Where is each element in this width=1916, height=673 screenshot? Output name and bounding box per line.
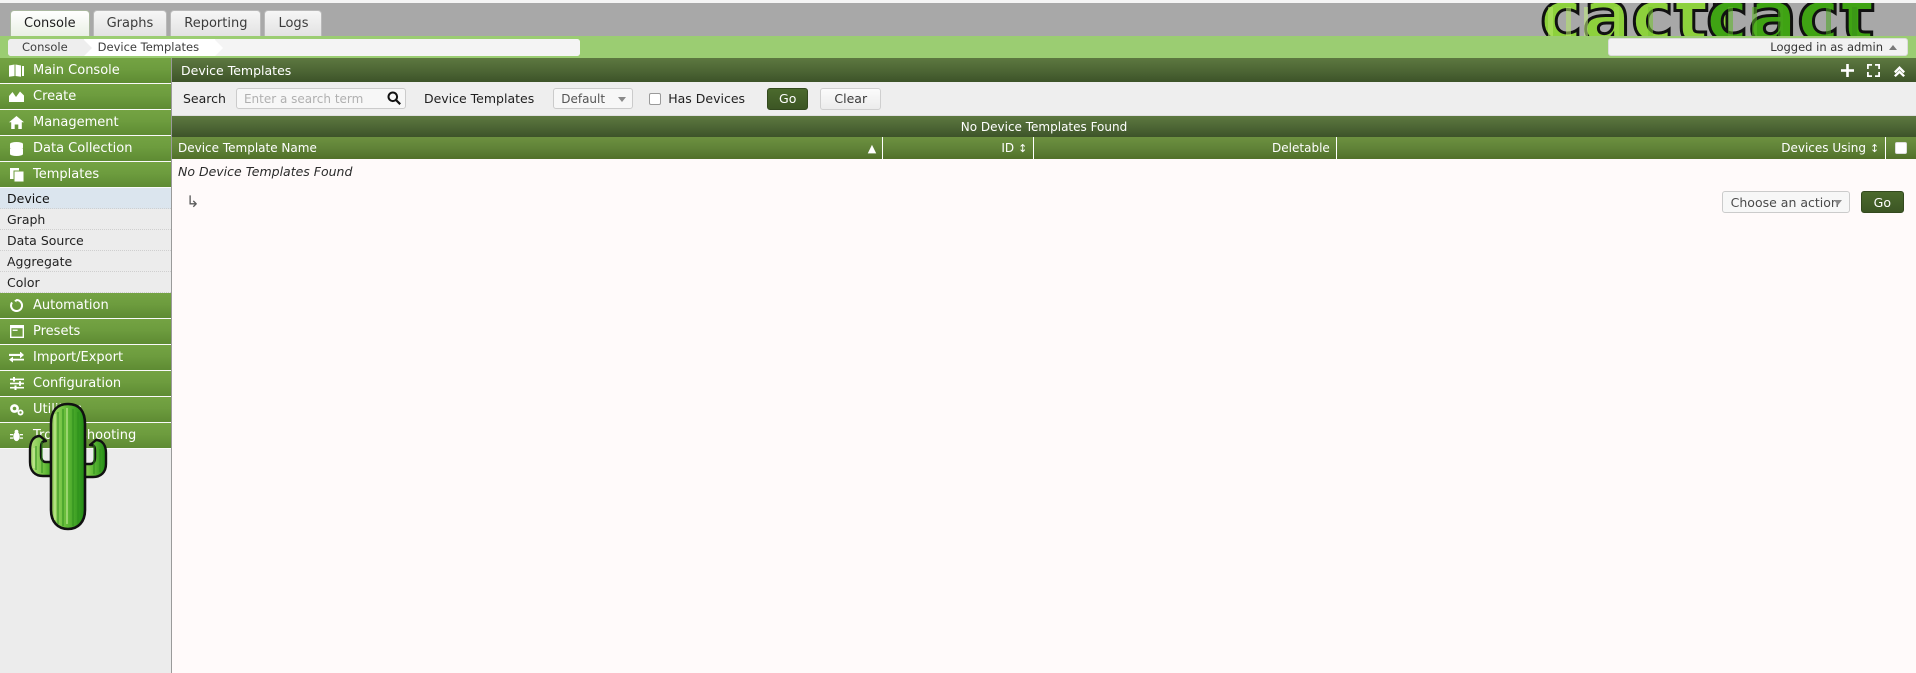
sidebar-item-configuration[interactable]: Configuration [0,371,171,397]
cactus-logo [20,398,116,538]
sliders-icon [9,376,24,391]
home-icon [9,115,24,130]
breadcrumb-filler [215,38,580,56]
login-status-label: Logged in as admin [1770,40,1883,54]
table-status-banner-row: No Device Templates Found [172,116,1916,137]
table-header-row: Device Template Name ▲ ID ↕ Deletable De… [172,137,1916,159]
sidebar-label: Management [33,115,119,130]
bulk-action-group: Choose an action Go [1721,191,1904,213]
chart-area-icon [9,89,24,104]
sort-both-icon: ↕ [1018,141,1028,155]
window-icon [9,324,24,339]
chevron-up-icon [1889,44,1897,50]
sidebar-label: Presets [33,324,81,339]
tab-graphs[interactable]: Graphs [92,10,168,36]
page-title: Device Templates [181,62,292,78]
sidebar-item-management[interactable]: Management [0,110,171,136]
breadcrumb-item-device-templates[interactable]: Device Templates [83,38,224,56]
table-footer-actions: ↳ Choose an action Go [172,183,1916,213]
sidebar-item-templates[interactable]: Templates [0,162,171,188]
sidebar-item-device[interactable]: Device [0,188,171,209]
column-header-devices-using[interactable]: Devices Using ↕ [1336,137,1887,159]
sub-arrow-icon: ↳ [186,192,200,211]
sidebar-item-color[interactable]: Color [0,272,171,293]
column-header-deletable[interactable]: Deletable [1033,137,1337,159]
cacti-logo-banner: cacti cact [1496,3,1916,36]
main-tabs: Console Graphs Reporting Logs [0,3,323,36]
tab-console[interactable]: Console [10,10,90,36]
sidebar-label: Create [33,89,77,104]
device-templates-table: No Device Templates Found Device Templat… [172,116,1916,183]
sidebar-item-main-console[interactable]: Main Console [0,58,171,84]
has-devices-label: Has Devices [668,91,746,106]
sidebar-item-automation[interactable]: Automation [0,293,171,319]
sidebar-label: Configuration [33,376,122,391]
action-go-button[interactable]: Go [1860,191,1904,213]
device-templates-select[interactable]: Default [553,88,634,109]
choose-action-select-wrapper: Choose an action [1721,191,1850,213]
collapse-icon[interactable] [1893,64,1906,77]
panel-header: Device Templates [172,58,1916,82]
cactus-icon [28,402,108,531]
filter-clear-button[interactable]: Clear [820,87,882,110]
breadcrumb-bar: Console Device Templates Logged in as ad… [0,36,1916,58]
sort-both-icon: ↕ [1869,141,1880,155]
sidebar-item-graph[interactable]: Graph [0,209,171,230]
expand-icon[interactable] [1867,63,1880,77]
sidebar-label: Automation [33,298,109,313]
search-field-wrapper [235,88,406,109]
breadcrumb-item-console[interactable]: Console [8,38,92,56]
refresh-icon [9,298,24,313]
copy-icon [9,167,24,182]
device-templates-label: Device Templates [423,91,535,106]
user-menu[interactable]: Logged in as admin [1608,38,1908,56]
column-label: Devices Using [1781,141,1866,155]
sidebar: Main Console Create Management Data Coll… [0,58,172,673]
breadcrumb: Console Device Templates [8,38,580,56]
top-tab-bar: cacti cact Console Graphs Reporting Logs [0,0,1916,36]
empty-message: No Device Templates Found [172,159,1916,183]
exchange-icon [9,350,24,365]
database-icon [9,141,24,156]
add-icon[interactable] [1841,63,1854,77]
sidebar-item-data-source[interactable]: Data Source [0,230,171,251]
has-devices-checkbox[interactable] [649,92,662,105]
column-header-device-template-name[interactable]: Device Template Name ▲ [172,137,884,159]
filter-go-button[interactable]: Go [767,87,809,110]
search-label: Search [183,91,226,106]
sidebar-item-aggregate[interactable]: Aggregate [0,251,171,272]
sidebar-item-create[interactable]: Create [0,84,171,110]
book-icon [9,63,24,78]
sidebar-label: Data Collection [33,141,133,156]
device-templates-select-wrapper: Default [553,88,634,109]
column-label: Deletable [1272,141,1330,155]
select-all-checkbox[interactable] [1895,142,1908,154]
tab-logs[interactable]: Logs [264,10,323,36]
column-label: Device Template Name [178,141,317,155]
column-header-id[interactable]: ID ↕ [882,137,1035,159]
main-content: Device Templates Search Enter a search t… [172,58,1916,673]
sidebar-label: Templates [33,167,100,182]
app-shell: Main Console Create Management Data Coll… [0,58,1916,673]
column-label: ID [1001,141,1015,155]
filter-toolbar: Search Device Templates Default Has Devi… [172,82,1916,116]
panel-action-icons [1841,63,1906,77]
table-status-banner: No Device Templates Found [172,116,1916,137]
search-input[interactable] [235,88,406,109]
sidebar-item-data-collection[interactable]: Data Collection [0,136,171,162]
sidebar-item-presets[interactable]: Presets [0,319,171,345]
table-empty-row: No Device Templates Found [172,159,1916,183]
sidebar-label: Import/Export [33,350,124,365]
choose-action-select[interactable]: Choose an action [1721,191,1850,213]
sidebar-item-import-export[interactable]: Import/Export [0,345,171,371]
column-header-select-all[interactable] [1885,137,1916,159]
tab-reporting[interactable]: Reporting [170,10,262,36]
cacti-wordmark-svg: cacti cact [1496,3,1916,36]
sort-asc-icon: ▲ [867,141,877,155]
sidebar-label: Main Console [33,63,120,78]
